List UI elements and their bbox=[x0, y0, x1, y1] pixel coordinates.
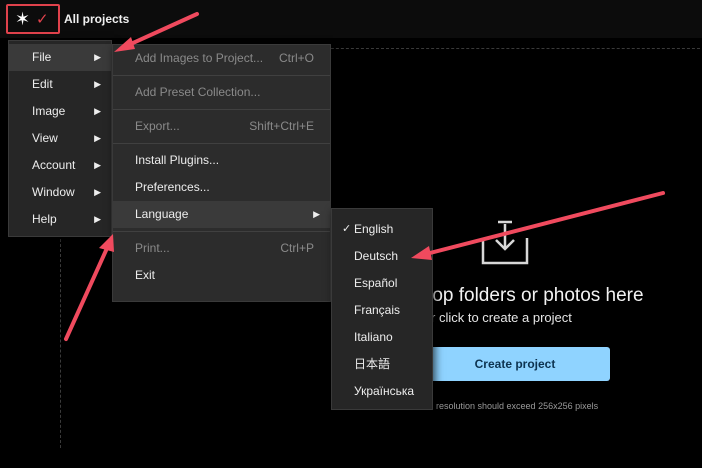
menu-item-exit[interactable]: Exit bbox=[113, 262, 330, 289]
menu-item-add-images[interactable]: Add Images to Project... Ctrl+O bbox=[113, 45, 330, 72]
language-option-english[interactable]: ✓ English bbox=[332, 216, 432, 243]
menu-item-label: Exit bbox=[135, 268, 156, 282]
menu-item-image[interactable]: Image ▶ bbox=[9, 98, 111, 125]
menu-item-file[interactable]: File ▶ bbox=[9, 44, 111, 71]
main-menu: File ▶ Edit ▶ Image ▶ View ▶ Account ▶ W… bbox=[8, 40, 112, 237]
menu-item-label: Account bbox=[32, 158, 76, 172]
menu-item-edit[interactable]: Edit ▶ bbox=[9, 71, 111, 98]
menu-item-install-plugins[interactable]: Install Plugins... bbox=[113, 147, 330, 174]
menu-separator bbox=[113, 231, 330, 232]
menu-item-add-preset-collection[interactable]: Add Preset Collection... bbox=[113, 79, 330, 106]
language-option-espanol[interactable]: Español bbox=[332, 270, 432, 297]
menu-item-print[interactable]: Print... Ctrl+P bbox=[113, 235, 330, 262]
menu-item-help[interactable]: Help ▶ bbox=[9, 206, 111, 233]
triangle-right-icon: ▶ bbox=[313, 209, 320, 219]
create-project-button[interactable]: Create project bbox=[420, 347, 610, 381]
triangle-right-icon: ▶ bbox=[94, 187, 101, 197]
language-label: Español bbox=[354, 276, 398, 290]
menu-item-label: Help bbox=[32, 212, 57, 226]
menu-item-account[interactable]: Account ▶ bbox=[9, 152, 111, 179]
triangle-right-icon: ▶ bbox=[94, 106, 101, 116]
menu-item-label: Add Preset Collection... bbox=[135, 85, 261, 99]
check-icon: ✓ bbox=[342, 223, 352, 235]
page-title: All projects bbox=[64, 12, 130, 26]
menu-item-label: Install Plugins... bbox=[135, 153, 220, 167]
language-label: Italiano bbox=[354, 330, 393, 344]
language-option-deutsch[interactable]: Deutsch bbox=[332, 243, 432, 270]
menu-separator bbox=[113, 143, 330, 144]
menu-item-window[interactable]: Window ▶ bbox=[9, 179, 111, 206]
language-label: 日本語 bbox=[354, 357, 391, 371]
star-icon: ✶ bbox=[15, 9, 31, 29]
menu-item-label: View bbox=[32, 131, 58, 145]
menu-item-label: Print... bbox=[135, 241, 170, 255]
drop-subtitle: r click to create a project bbox=[431, 310, 572, 325]
menu-item-preferences[interactable]: Preferences... bbox=[113, 174, 330, 201]
menu-shortcut: Ctrl+O bbox=[278, 51, 314, 65]
language-label: Українська bbox=[354, 384, 415, 398]
menu-item-label: Preferences... bbox=[135, 180, 210, 194]
menu-item-label: Export... bbox=[135, 119, 180, 133]
menu-shortcut: Ctrl+P bbox=[280, 241, 314, 255]
menu-item-label: Image bbox=[32, 104, 66, 118]
title-bar: ✶ ✓ All projects bbox=[0, 0, 702, 38]
language-label: Français bbox=[354, 303, 401, 317]
language-label: English bbox=[354, 222, 394, 236]
menu-item-label: Language bbox=[135, 207, 189, 221]
app-menu-button[interactable]: ✶ ✓ bbox=[6, 4, 60, 34]
download-tray-icon bbox=[481, 220, 529, 265]
menu-item-view[interactable]: View ▶ bbox=[9, 125, 111, 152]
language-option-francais[interactable]: Français bbox=[332, 297, 432, 324]
menu-item-label: Edit bbox=[32, 77, 53, 91]
language-option-italiano[interactable]: Italiano bbox=[332, 324, 432, 351]
menu-item-label: File bbox=[32, 50, 52, 64]
menu-separator bbox=[113, 109, 330, 110]
triangle-right-icon: ▶ bbox=[94, 214, 101, 224]
menu-item-label: Add Images to Project... bbox=[135, 51, 264, 65]
menu-item-export[interactable]: Export... Shift+Ctrl+E bbox=[113, 113, 330, 140]
triangle-right-icon: ▶ bbox=[94, 52, 101, 62]
file-menu: Add Images to Project... Ctrl+O Add Pres… bbox=[112, 44, 331, 302]
menu-separator bbox=[113, 75, 330, 76]
language-option-ukrainian[interactable]: Українська bbox=[332, 378, 432, 405]
language-option-japanese[interactable]: 日本語 bbox=[332, 351, 432, 378]
menu-item-language[interactable]: Language ▶ bbox=[113, 201, 330, 228]
menu-shortcut: Shift+Ctrl+E bbox=[249, 119, 314, 133]
drop-title: rop folders or photos here bbox=[426, 285, 644, 306]
language-label: Deutsch bbox=[354, 249, 399, 263]
check-icon: ✓ bbox=[36, 11, 49, 28]
resolution-note: resolution should exceed 256x256 pixels bbox=[436, 401, 599, 411]
triangle-right-icon: ▶ bbox=[94, 79, 101, 89]
triangle-right-icon: ▶ bbox=[94, 160, 101, 170]
language-menu: ✓ English Deutsch Español Français Itali… bbox=[331, 208, 433, 410]
menu-item-label: Window bbox=[32, 185, 75, 199]
triangle-right-icon: ▶ bbox=[94, 133, 101, 143]
